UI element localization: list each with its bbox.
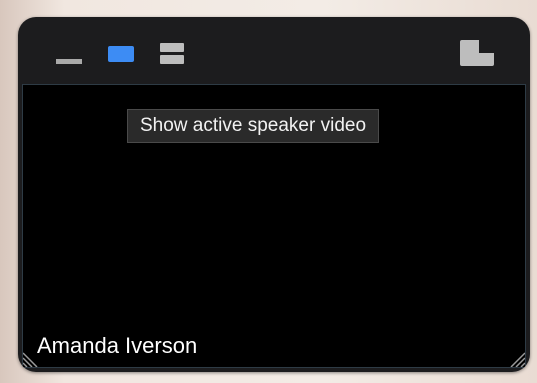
- floating-video-window[interactable]: Show active speaker video Amanda Iverson: [18, 17, 530, 372]
- tooltip: Show active speaker video: [127, 109, 380, 143]
- active-speaker-video[interactable]: Show active speaker video Amanda Iverson: [22, 84, 526, 368]
- resize-grip-icon: [510, 352, 525, 367]
- resize-grip-icon: [23, 352, 38, 367]
- participant-name-label: Amanda Iverson: [37, 333, 198, 358]
- speaker-view-icon: [108, 46, 134, 62]
- active-speaker-view-button[interactable]: [108, 44, 134, 64]
- resize-grip-bottom-right[interactable]: [507, 349, 525, 367]
- exit-minimized-video-button[interactable]: [460, 40, 494, 66]
- minimize-icon: [56, 59, 82, 64]
- gallery-view-button[interactable]: [160, 41, 184, 65]
- video-toolbar: [18, 17, 530, 83]
- resize-grip-bottom-left[interactable]: [23, 349, 41, 367]
- minimize-video-button[interactable]: [56, 53, 82, 67]
